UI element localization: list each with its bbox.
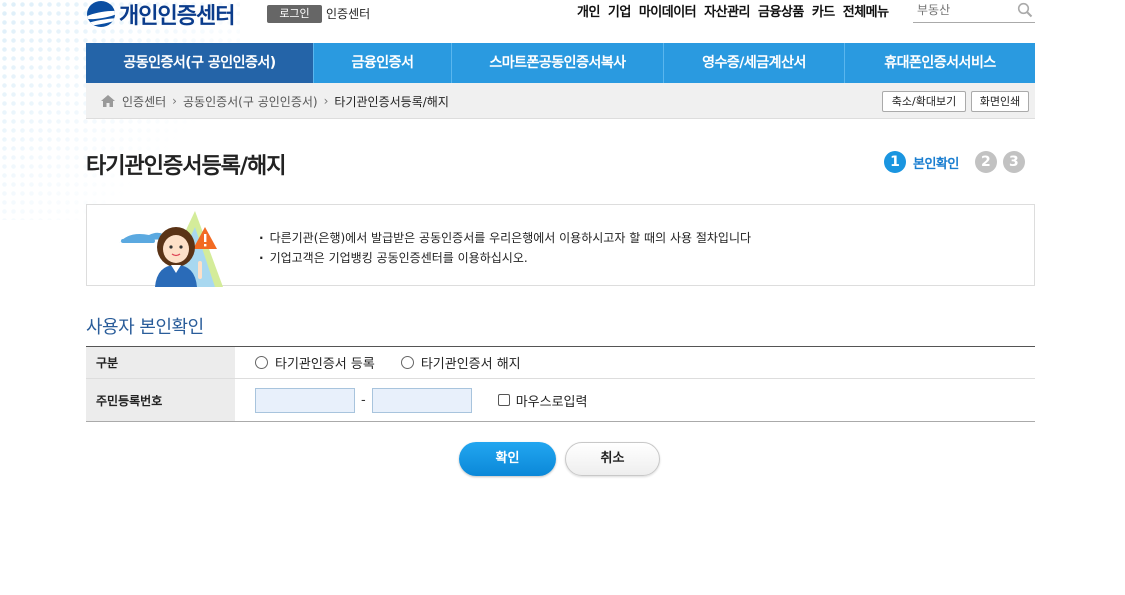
section-title: 사용자 본인확인 <box>86 317 204 338</box>
top-menu-mydata[interactable]: 마이데이터 <box>639 4 697 22</box>
cancel-radio[interactable] <box>400 356 414 369</box>
page-title: 타기관인증서등록/해지 <box>86 154 286 179</box>
step-1-circle: 1 <box>884 151 906 173</box>
top-menu-personal[interactable]: 개인 <box>577 4 600 22</box>
nav-item-smartphone-copy[interactable]: 스마트폰공동인증서복사 <box>452 43 664 83</box>
woori-logo-icon <box>87 1 115 27</box>
top-menu: 개인 기업 마이데이터 자산관리 금융상품 카드 전체메뉴 <box>577 4 889 22</box>
nav-item-receipt[interactable]: 영수증/세금계산서 <box>664 43 845 83</box>
notice-line: 다른기관(은행)에서 발급받은 공동인증서를 우리은행에서 이용하시고자 할 때… <box>259 228 751 248</box>
step-indicator: 1 본인확인 2 3 <box>884 151 1025 173</box>
site-header: 개인인증센터 로그인 인증센터 개인 기업 마이데이터 자산관리 금융상품 카드… <box>0 0 1125 42</box>
form-row-type: 구분 타기관인증서 등록 타기관인증서 해지 <box>86 347 1035 379</box>
search-box <box>913 0 1035 23</box>
breadcrumb-item[interactable]: 인증센터 <box>122 93 166 110</box>
logo-text: 개인인증센터 <box>119 4 235 29</box>
register-option-label: 타기관인증서 등록 <box>275 357 375 372</box>
guide-character-illustration <box>119 211 223 287</box>
top-menu-products[interactable]: 금융상품 <box>758 4 804 22</box>
breadcrumb: 인증센터 › 공동인증서(구 공인인증서) › 타기관인증서등록/해지 <box>100 83 449 119</box>
notice-line: 기업고객은 기업뱅킹 공동인증센터를 이용하십시오. <box>259 248 751 268</box>
register-radio[interactable] <box>255 356 268 369</box>
nav-item-finance-cert[interactable]: 금융인증서 <box>314 43 452 83</box>
breadcrumb-current: 타기관인증서등록/해지 <box>334 94 449 109</box>
nav-item-joint-cert[interactable]: 공동인증서(구 공인인증서) <box>86 43 314 83</box>
notice-box: 다른기관(은행)에서 발급받은 공동인증서를 우리은행에서 이용하시고자 할 때… <box>86 204 1035 287</box>
breadcrumb-bar: 인증센터 › 공동인증서(구 공인인증서) › 타기관인증서등록/해지 축소/확… <box>86 83 1035 119</box>
main-nav: 공동인증서(구 공인인증서) 금융인증서 스마트폰공동인증서복사 영수증/세금계… <box>86 43 1035 83</box>
top-menu-corporate[interactable]: 기업 <box>608 4 631 22</box>
register-option[interactable]: 타기관인증서 등록 <box>255 353 375 372</box>
step-2-circle: 2 <box>974 151 997 173</box>
identity-form: 구분 타기관인증서 등록 타기관인증서 해지 주민등록번호 - 마우스로입력 <box>86 346 1035 422</box>
breadcrumb-item[interactable]: 공동인증서(구 공인인증서) <box>183 93 318 110</box>
nav-item-mobile-cert[interactable]: 휴대폰인증서서비스 <box>845 43 1035 83</box>
type-options: 타기관인증서 등록 타기관인증서 해지 <box>235 347 1035 378</box>
search-input[interactable] <box>913 0 1009 20</box>
zoom-button[interactable]: 축소/확대보기 <box>882 91 966 112</box>
home-icon[interactable] <box>100 94 116 108</box>
top-menu-card[interactable]: 카드 <box>812 4 835 22</box>
notice-list: 다른기관(은행)에서 발급받은 공동인증서를 우리은행에서 이용하시고자 할 때… <box>259 228 751 268</box>
logo[interactable]: 개인인증센터 <box>87 1 235 29</box>
cancel-option[interactable]: 타기관인증서 해지 <box>400 353 521 372</box>
login-button[interactable]: 로그인 <box>267 5 322 23</box>
mouse-input-label: 마우스로입력 <box>515 394 588 410</box>
mouse-input-option[interactable]: 마우스로입력 <box>497 391 588 410</box>
print-button[interactable]: 화면인쇄 <box>971 91 1029 112</box>
rrn-separator: - <box>361 392 366 408</box>
confirm-button[interactable]: 확인 <box>459 442 556 476</box>
cancel-option-label: 타기관인증서 해지 <box>420 357 521 372</box>
rrn-inputs: - 마우스로입력 <box>235 379 1035 421</box>
step-3-circle: 3 <box>1002 151 1025 173</box>
cancel-button[interactable]: 취소 <box>565 442 660 476</box>
rrn-front-field[interactable] <box>255 387 355 413</box>
top-menu-all[interactable]: 전체메뉴 <box>843 4 889 22</box>
step-1-label: 본인확인 <box>913 156 959 172</box>
mouse-input-checkbox[interactable] <box>497 394 510 406</box>
chevron-right-icon: › <box>323 94 329 108</box>
type-label: 구분 <box>86 347 235 378</box>
cert-center-link[interactable]: 인증센터 <box>326 5 370 23</box>
top-menu-asset[interactable]: 자산관리 <box>704 4 750 22</box>
chevron-right-icon: › <box>172 94 177 108</box>
search-icon[interactable] <box>1017 2 1033 18</box>
form-row-rrn: 주민등록번호 - 마우스로입력 <box>86 379 1035 422</box>
rrn-back-field[interactable] <box>371 387 472 413</box>
rrn-label: 주민등록번호 <box>86 379 235 421</box>
